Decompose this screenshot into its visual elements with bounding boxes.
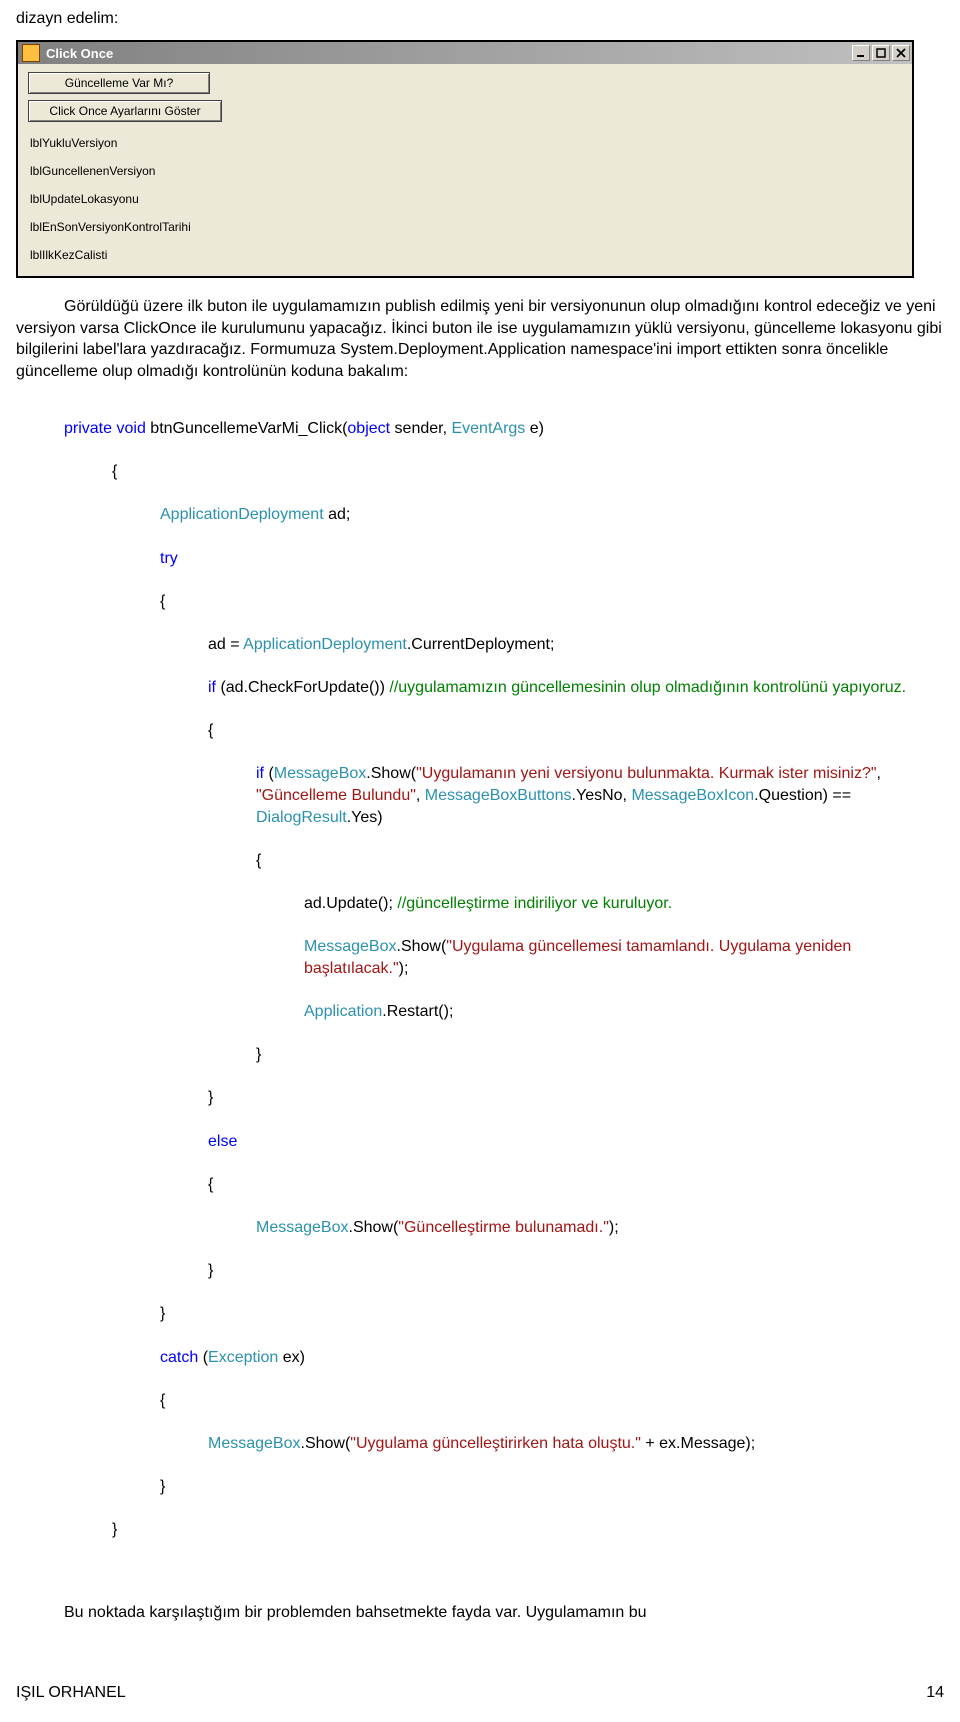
minimize-icon — [856, 48, 866, 58]
code-restart: .Restart(); — [382, 1003, 453, 1020]
brace: { — [208, 722, 213, 739]
type-exc: Exception — [208, 1349, 278, 1366]
intro-text: dizayn edelim: — [16, 10, 944, 28]
label-yuklu: lblYukluVersiyon — [30, 136, 902, 150]
code-show3: .Show( — [349, 1219, 399, 1236]
brace: { — [160, 593, 165, 610]
window-body: Güncelleme Var Mı? Click Once Ayarlarını… — [18, 64, 912, 276]
str-bulundu: "Güncelleme Bulundu" — [256, 787, 416, 804]
kw-void: void — [116, 420, 145, 437]
brace: } — [256, 1046, 261, 1063]
code-ad-decl: ad; — [324, 506, 351, 523]
brace: } — [208, 1262, 213, 1279]
brace: } — [112, 1521, 117, 1538]
kw-if: if — [208, 679, 216, 696]
type-mbi: MessageBoxIcon — [631, 787, 754, 804]
type-msgbox4: MessageBox — [208, 1435, 301, 1452]
cmt-check: //uygulamamızın güncellemesinin olup olm… — [389, 679, 906, 696]
code-args: e) — [525, 420, 544, 437]
brace: { — [160, 1392, 165, 1409]
brace: { — [112, 463, 117, 480]
code-cur: .CurrentDeployment; — [407, 636, 555, 653]
code-ifmsg: ( — [264, 765, 274, 782]
brace: } — [160, 1305, 165, 1322]
comma2: , — [416, 787, 425, 804]
code-show4: .Show( — [301, 1435, 351, 1452]
code-yes: .Yes) — [347, 809, 383, 826]
str-bulunamadi: "Güncelleştirme bulunamadı." — [398, 1219, 609, 1236]
paren: ); — [399, 960, 409, 977]
code-ad-assign: ad = — [208, 636, 243, 653]
close-icon — [896, 48, 906, 58]
brace: } — [160, 1478, 165, 1495]
brace: } — [208, 1089, 213, 1106]
code-ifcheck: (ad.CheckForUpdate()) — [216, 679, 389, 696]
code-show: .Show( — [366, 765, 416, 782]
type-appdep: ApplicationDeployment — [160, 506, 324, 523]
code-block: private void btnGuncellemeVarMi_Click(ob… — [16, 396, 944, 1584]
brace: { — [256, 852, 261, 869]
kw-object: object — [347, 420, 390, 437]
type-mbb: MessageBoxButtons — [425, 787, 572, 804]
label-ilk-kez: lblIlkKezCalisti — [30, 248, 902, 262]
code-show2: .Show( — [397, 938, 447, 955]
check-update-button[interactable]: Güncelleme Var Mı? — [28, 72, 210, 94]
plus-ex: + ex.Message); — [641, 1435, 755, 1452]
app-icon — [22, 44, 40, 62]
label-lokasyon: lblUpdateLokasyonu — [30, 192, 902, 206]
close-button[interactable] — [892, 45, 910, 61]
label-kontrol-tarihi: lblEnSonVersiyonKontrolTarihi — [30, 220, 902, 234]
code-question: .Question) == — [754, 787, 855, 804]
window-title: Click Once — [46, 46, 852, 61]
minimize-button[interactable] — [852, 45, 870, 61]
type-dialog: DialogResult — [256, 809, 347, 826]
code-yesno: .YesNo, — [572, 787, 632, 804]
ex-close: ex) — [278, 1349, 305, 1366]
brace: { — [208, 1176, 213, 1193]
str-hata: "Uygulama güncelleştirirken hata oluştu.… — [350, 1435, 641, 1452]
kw-if2: if — [256, 765, 264, 782]
comma: , — [877, 765, 886, 782]
app-window: Click Once Güncelleme Var Mı? Click Once… — [16, 40, 914, 278]
page-footer: IŞIL ORHANEL 14 — [16, 1684, 944, 1702]
type-msgbox: MessageBox — [274, 765, 367, 782]
maximize-button[interactable] — [872, 45, 890, 61]
window-controls — [852, 45, 910, 61]
show-settings-button[interactable]: Click Once Ayarlarını Göster — [28, 100, 222, 122]
window-titlebar: Click Once — [18, 42, 912, 64]
code-sender: sender, — [390, 420, 451, 437]
type-appdep2: ApplicationDeployment — [243, 636, 407, 653]
code-adupdate: ad.Update(); — [304, 895, 397, 912]
label-guncellenen: lblGuncellenenVersiyon — [30, 164, 902, 178]
type-app: Application — [304, 1003, 382, 1020]
cmt-update: //güncelleştirme indiriliyor ve kuruluyo… — [397, 895, 672, 912]
catch-open: ( — [198, 1349, 208, 1366]
type-msgbox2: MessageBox — [304, 938, 397, 955]
kw-try: try — [160, 550, 178, 567]
maximize-icon — [876, 48, 886, 58]
kw-else: else — [208, 1133, 237, 1150]
str-yeni: "Uygulamanın yeni versiyonu bulunmakta. … — [416, 765, 876, 782]
paren2: ); — [609, 1219, 619, 1236]
paragraph-2: Bu noktada karşılaştığım bir problemden … — [16, 1602, 944, 1624]
kw-catch: catch — [160, 1349, 198, 1366]
type-msgbox3: MessageBox — [256, 1219, 349, 1236]
kw-private: private — [64, 420, 112, 437]
footer-page: 14 — [926, 1684, 944, 1702]
type-eventargs: EventArgs — [451, 420, 525, 437]
code-fn: btnGuncellemeVarMi_Click( — [150, 420, 347, 437]
paragraph-1: Görüldüğü üzere ilk buton ile uygulamamı… — [16, 296, 944, 382]
footer-author: IŞIL ORHANEL — [16, 1684, 126, 1702]
